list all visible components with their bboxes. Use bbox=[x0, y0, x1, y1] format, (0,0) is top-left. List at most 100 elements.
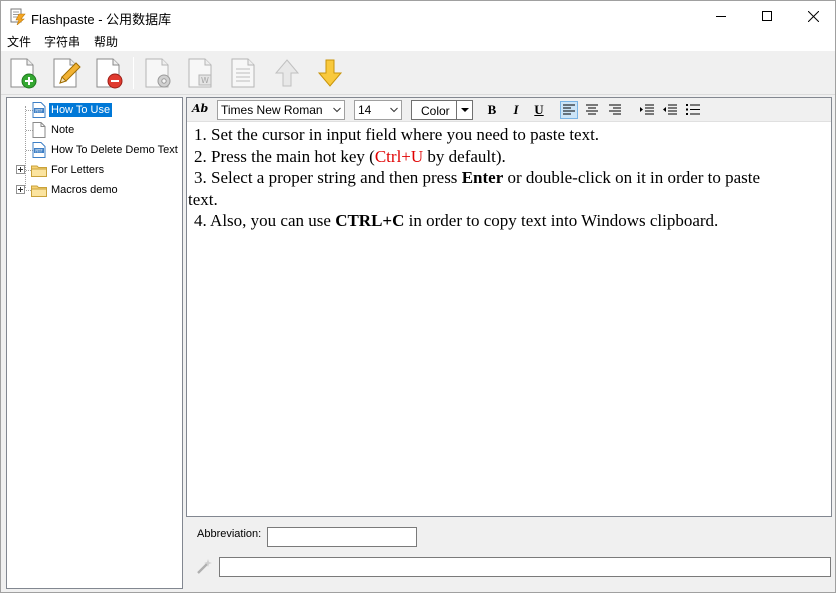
italic-button[interactable]: I bbox=[507, 101, 525, 119]
doc-bold-text: CTRL+C bbox=[335, 211, 405, 230]
decrease-indent-icon bbox=[663, 104, 677, 115]
move-up-button[interactable] bbox=[269, 55, 305, 91]
align-left-icon bbox=[563, 104, 575, 115]
hotkey-text: Ctrl+U bbox=[374, 146, 424, 166]
chevron-down-icon bbox=[390, 107, 398, 113]
font-select[interactable]: Times New Roman bbox=[217, 100, 345, 120]
bold-button[interactable]: B bbox=[483, 101, 501, 119]
tree-item-label: For Letters bbox=[51, 164, 105, 176]
menu-bar: 文件 字符串 帮助 bbox=[1, 31, 835, 51]
tree-item-how-to-use[interactable]: RTF How To Use bbox=[7, 100, 182, 120]
edit-item-button[interactable] bbox=[48, 55, 84, 91]
folder-icon bbox=[31, 185, 47, 197]
menu-strings[interactable]: 字符串 bbox=[42, 33, 82, 50]
doc-text: 3. Select a proper string and then press bbox=[194, 168, 462, 187]
tree-item-label: How To Delete Demo Text bbox=[51, 144, 178, 156]
tree-item-for-letters[interactable]: For Letters bbox=[7, 160, 182, 180]
abbreviation-label: Abbreviation: bbox=[197, 528, 262, 540]
align-center-button[interactable] bbox=[583, 101, 601, 119]
title-bar[interactable]: Flashpaste - 公用数据库 bbox=[1, 1, 835, 31]
svg-text:RTF: RTF bbox=[35, 108, 43, 113]
doc-text: 1. Set the cursor in input field where y… bbox=[194, 125, 600, 144]
chevron-down-icon bbox=[333, 107, 341, 113]
menu-help[interactable]: 帮助 bbox=[92, 33, 120, 50]
bullet-list-button[interactable] bbox=[684, 101, 702, 119]
maximize-button[interactable] bbox=[744, 1, 790, 31]
font-size-select[interactable]: 14 bbox=[354, 100, 402, 120]
doc-text: 4. Also, you can use bbox=[194, 211, 336, 230]
close-button[interactable] bbox=[790, 1, 836, 31]
tree-item-label: How To Use bbox=[49, 103, 113, 117]
align-left-button[interactable] bbox=[560, 101, 578, 119]
expand-icon[interactable] bbox=[16, 165, 25, 174]
folder-icon bbox=[31, 165, 47, 177]
bullet-list-icon bbox=[686, 104, 700, 115]
rtf-file-icon: RTF bbox=[32, 142, 46, 158]
new-item-icon bbox=[10, 58, 37, 89]
increase-indent-button[interactable] bbox=[638, 101, 656, 119]
menu-file[interactable]: 文件 bbox=[5, 33, 33, 50]
underline-button[interactable]: U bbox=[530, 101, 548, 119]
minimize-icon bbox=[716, 16, 726, 17]
app-window: Flashpaste - 公用数据库 文件 字符串 帮助 W RTF How T… bbox=[0, 0, 836, 593]
table-document-icon bbox=[231, 58, 255, 88]
dropdown-arrow-icon bbox=[461, 108, 469, 112]
text-file-icon bbox=[32, 122, 46, 138]
bottom-panel: Abbreviation: bbox=[186, 517, 832, 589]
doc-line-3: 3. Select a proper string and then press… bbox=[188, 167, 830, 189]
edit-item-icon bbox=[53, 58, 81, 88]
doc-text: 2. Press the main hot key ( bbox=[194, 146, 375, 166]
abbreviation-input[interactable] bbox=[267, 527, 417, 547]
doc-line-2: 2. Press the main hot key (Ctrl+U by def… bbox=[188, 146, 830, 168]
settings-icon bbox=[145, 58, 171, 88]
window-title: Flashpaste - 公用数据库 bbox=[31, 12, 172, 27]
maximize-icon bbox=[762, 11, 772, 21]
align-center-icon bbox=[586, 104, 598, 115]
toolbar-separator bbox=[133, 57, 134, 89]
item-settings-button[interactable] bbox=[140, 55, 176, 91]
tree-item-how-to-delete-demo-text[interactable]: RTF How To Delete Demo Text bbox=[7, 140, 182, 160]
color-picker[interactable]: Color bbox=[411, 100, 473, 120]
doc-text: text. bbox=[188, 189, 218, 209]
toolbar: W bbox=[1, 51, 835, 95]
string-tree[interactable]: RTF How To Use Note RTF How To Delete De… bbox=[6, 97, 183, 589]
move-down-button[interactable] bbox=[312, 55, 348, 91]
color-dropdown-button[interactable] bbox=[456, 101, 472, 119]
doc-line-1: 1. Set the cursor in input field where y… bbox=[188, 124, 830, 146]
color-picker-label: Color bbox=[421, 104, 450, 118]
macro-input[interactable] bbox=[219, 557, 831, 577]
decrease-indent-button[interactable] bbox=[661, 101, 679, 119]
expand-icon[interactable] bbox=[16, 185, 25, 194]
new-item-button[interactable] bbox=[5, 55, 41, 91]
style-button[interactable]: Ab bbox=[192, 102, 208, 115]
doc-bold-text: Enter bbox=[461, 168, 504, 187]
macro-wand-icon[interactable] bbox=[195, 558, 213, 576]
increase-indent-icon bbox=[640, 104, 654, 115]
doc-line-3-wrap: text. bbox=[188, 189, 830, 211]
font-size-value: 14 bbox=[358, 103, 372, 117]
flashpaste-app-icon bbox=[10, 8, 26, 25]
doc-text: or double-click on it in order to paste bbox=[503, 168, 761, 187]
rtf-file-icon: RTF bbox=[32, 102, 46, 118]
move-down-icon bbox=[317, 59, 343, 87]
rich-text-editor[interactable]: 1. Set the cursor in input field where y… bbox=[188, 124, 830, 232]
format-toolbar: Ab Times New Roman 14 Color B I U bbox=[187, 98, 831, 122]
close-icon bbox=[807, 10, 819, 22]
tree-item-label: Macros demo bbox=[51, 184, 118, 196]
svg-text:RTF: RTF bbox=[35, 148, 43, 153]
font-select-value: Times New Roman bbox=[221, 103, 323, 117]
tree-item-label: Note bbox=[51, 124, 75, 136]
doc-line-4: 4. Also, you can use CTRL+C in order to … bbox=[188, 210, 830, 232]
doc-text: in order to copy text into Windows clipb… bbox=[404, 211, 719, 230]
move-up-icon bbox=[274, 59, 300, 87]
tree-item-macros-demo[interactable]: Macros demo bbox=[7, 180, 182, 200]
word-document-button[interactable]: W bbox=[183, 55, 219, 91]
delete-item-icon bbox=[96, 58, 123, 89]
align-right-button[interactable] bbox=[606, 101, 624, 119]
word-document-icon: W bbox=[188, 58, 212, 88]
svg-text:W: W bbox=[201, 76, 209, 85]
minimize-button[interactable] bbox=[698, 1, 744, 31]
delete-item-button[interactable] bbox=[91, 55, 127, 91]
table-document-button[interactable] bbox=[226, 55, 262, 91]
tree-item-note[interactable]: Note bbox=[7, 120, 182, 140]
